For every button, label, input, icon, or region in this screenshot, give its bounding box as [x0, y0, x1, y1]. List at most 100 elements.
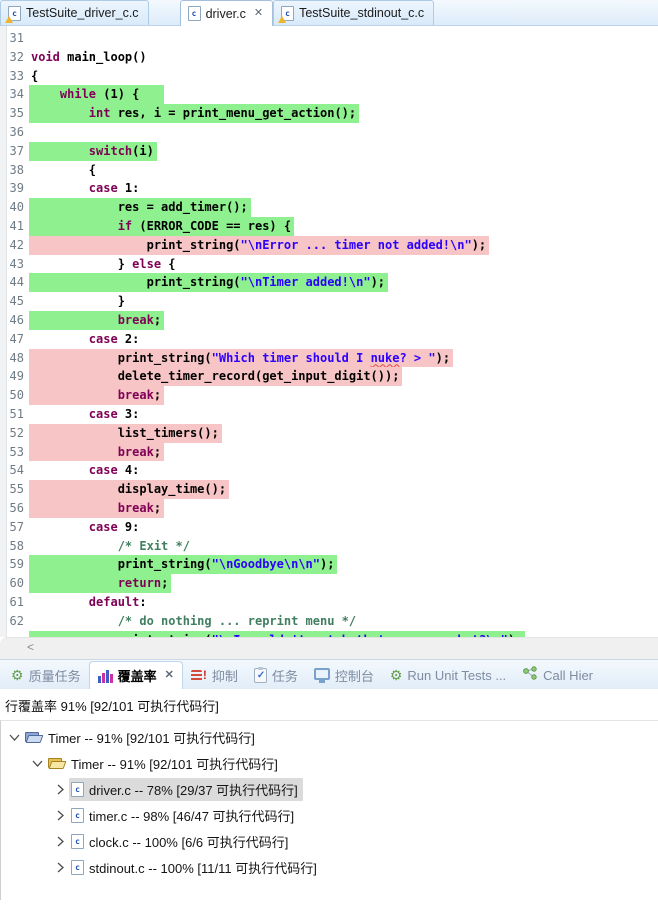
line-number: 44 [7, 273, 29, 292]
code-line-text: case 3: [29, 405, 142, 424]
tree-row[interactable]: Timer -- 91% [92/101 可执行代码行] [1, 750, 658, 776]
code-token: print_string( [31, 275, 241, 289]
chevron-down-icon[interactable] [32, 758, 43, 769]
code-line[interactable]: 47 case 2: [0, 330, 658, 349]
horizontal-scrollbar[interactable]: < [0, 637, 658, 659]
code-token [31, 407, 89, 421]
code-line[interactable]: 55 display_time(); [0, 480, 658, 499]
code-token: "\nError ... timer not added!\n" [241, 238, 472, 252]
panel-tab[interactable]: ⚙质量任务 [3, 661, 89, 689]
code-line[interactable]: 32void main_loop() [0, 48, 658, 67]
code-line-text: switch(i) [29, 142, 157, 161]
code-line[interactable]: 40 res = add_timer(); [0, 198, 658, 217]
editor-tab[interactable]: cTestSuite_driver_c.c [0, 0, 149, 25]
code-line[interactable]: 50 break; [0, 386, 658, 405]
code-line[interactable]: 62 /* do nothing ... reprint menu */ [0, 612, 658, 631]
code-line[interactable]: 37 switch(i) [0, 142, 658, 161]
code-line-text [29, 123, 34, 142]
code-line[interactable]: 31 [0, 29, 658, 48]
code-line[interactable]: 52 list_timers(); [0, 424, 658, 443]
c-file-icon: c [71, 860, 84, 875]
code-token: { [31, 163, 96, 177]
code-line[interactable]: 56 break; [0, 499, 658, 518]
code-line[interactable]: 42 print_string("\nError ... timer not a… [0, 236, 658, 255]
chevron-right-icon[interactable] [55, 862, 66, 873]
code-line[interactable]: 51 case 3: [0, 405, 658, 424]
code-line[interactable]: 39 case 1: [0, 179, 658, 198]
tree-row[interactable]: ctimer.c -- 98% [46/47 可执行代码行] [1, 802, 658, 828]
code-line[interactable]: 57 case 9: [0, 518, 658, 537]
scroll-left-icon[interactable]: < [27, 640, 34, 654]
code-line-text: res = add_timer(); [29, 198, 251, 217]
tree-item[interactable]: ctimer.c -- 98% [46/47 可执行代码行] [69, 804, 299, 827]
tree-item[interactable]: cdriver.c -- 78% [29/37 可执行代码行] [69, 778, 303, 801]
annotation-ruler [0, 26, 7, 637]
code-line[interactable]: 58 /* Exit */ [0, 537, 658, 556]
code-line[interactable]: 45 } [0, 292, 658, 311]
coverage-panel: 行覆盖率 91% [92/101 可执行代码行] Timer -- 91% [9… [0, 689, 658, 910]
code-line[interactable]: 35 int res, i = print_menu_get_action(); [0, 104, 658, 123]
panel-tab[interactable]: ⚙Run Unit Tests ... [382, 661, 514, 689]
code-line-text: case 4: [29, 461, 142, 480]
code-line[interactable]: 34 while (1) { [0, 85, 658, 104]
tree-item[interactable]: Timer -- 91% [92/101 可执行代码行] [23, 726, 260, 749]
code-line[interactable]: 59 print_string("\nGoodbye\n\n"); [0, 555, 658, 574]
code-line[interactable]: 44 print_string("\nTimer added!\n"); [0, 273, 658, 292]
code-token: delete_timer_record(get_input_digit()); [31, 369, 399, 383]
panel-tab[interactable]: 任务 [246, 661, 306, 689]
code-token [31, 501, 118, 515]
code-line[interactable]: 48 print_string("Which timer should I nu… [0, 349, 658, 368]
code-token: "\nTimer added!\n" [241, 275, 371, 289]
code-token: 1: [118, 181, 140, 195]
code-token: ); [371, 275, 385, 289]
code-line-text: { [29, 161, 99, 180]
code-token: "\nGoodbye\n\n" [212, 557, 320, 571]
code-line[interactable]: 41 if (ERROR_CODE == res) { [0, 217, 658, 236]
editor-tab[interactable]: cdriver.c✕ [180, 0, 274, 26]
close-icon[interactable]: ✕ [165, 670, 174, 681]
code-line-text: while (1) { [29, 85, 164, 104]
tree-item[interactable]: cstdinout.c -- 100% [11/11 可执行代码行] [69, 856, 322, 879]
code-token: list_timers(); [31, 426, 219, 440]
code-line[interactable]: 36 [0, 123, 658, 142]
chevron-down-icon[interactable] [9, 732, 20, 743]
tree-row[interactable]: Timer -- 91% [92/101 可执行代码行] [1, 724, 658, 750]
panel-tab[interactable]: Call Hier [514, 661, 601, 689]
code-line-text: if (ERROR_CODE == res) { [29, 217, 294, 236]
code-line-text: return; [29, 574, 171, 593]
code-lines: 3132void main_loop()33{34 while (1) { 35… [0, 29, 658, 637]
tree-item[interactable]: Timer -- 91% [92/101 可执行代码行] [46, 752, 283, 775]
code-line-text: } [29, 292, 128, 311]
tree-row[interactable]: cdriver.c -- 78% [29/37 可执行代码行] [1, 776, 658, 802]
code-line[interactable]: 33{ [0, 67, 658, 86]
code-line[interactable]: 38 { [0, 161, 658, 180]
panel-tab-label: Call Hier [543, 668, 593, 683]
code-token [31, 576, 118, 590]
code-line[interactable]: 53 break; [0, 443, 658, 462]
panel-tab[interactable]: 覆盖率✕ [89, 661, 183, 689]
code-line-text: default: [29, 593, 150, 612]
close-icon[interactable]: ✕ [254, 8, 263, 19]
code-editor[interactable]: 3132void main_loop()33{34 while (1) { 35… [0, 26, 658, 637]
code-line[interactable]: 43 } else { [0, 255, 658, 274]
tree-row[interactable]: cclock.c -- 100% [6/6 可执行代码行] [1, 828, 658, 854]
panel-tab[interactable]: !抑制 [183, 661, 246, 689]
chevron-right-icon[interactable] [55, 784, 66, 795]
chevron-right-icon[interactable] [55, 810, 66, 821]
code-token: switch [89, 144, 132, 158]
code-line[interactable]: 61 default: [0, 593, 658, 612]
chevron-right-icon[interactable] [55, 836, 66, 847]
code-line[interactable]: 46 break; [0, 311, 658, 330]
tree-item-label: Timer -- 91% [92/101 可执行代码行] [48, 728, 255, 747]
code-line-text: case 1: [29, 179, 142, 198]
tree-row[interactable]: cstdinout.c -- 100% [11/11 可执行代码行] [1, 854, 658, 880]
code-line-text: } else { [29, 255, 179, 274]
panel-tab[interactable]: 控制台 [306, 661, 382, 689]
code-line[interactable]: 49 delete_timer_record(get_input_digit()… [0, 367, 658, 386]
editor-tab[interactable]: cTestSuite_stdinout_c.c [273, 0, 434, 25]
code-line[interactable]: 54 case 4: [0, 461, 658, 480]
code-line[interactable]: 60 return; [0, 574, 658, 593]
line-number: 50 [7, 386, 29, 405]
code-token [31, 388, 118, 402]
tree-item[interactable]: cclock.c -- 100% [6/6 可执行代码行] [69, 830, 293, 853]
